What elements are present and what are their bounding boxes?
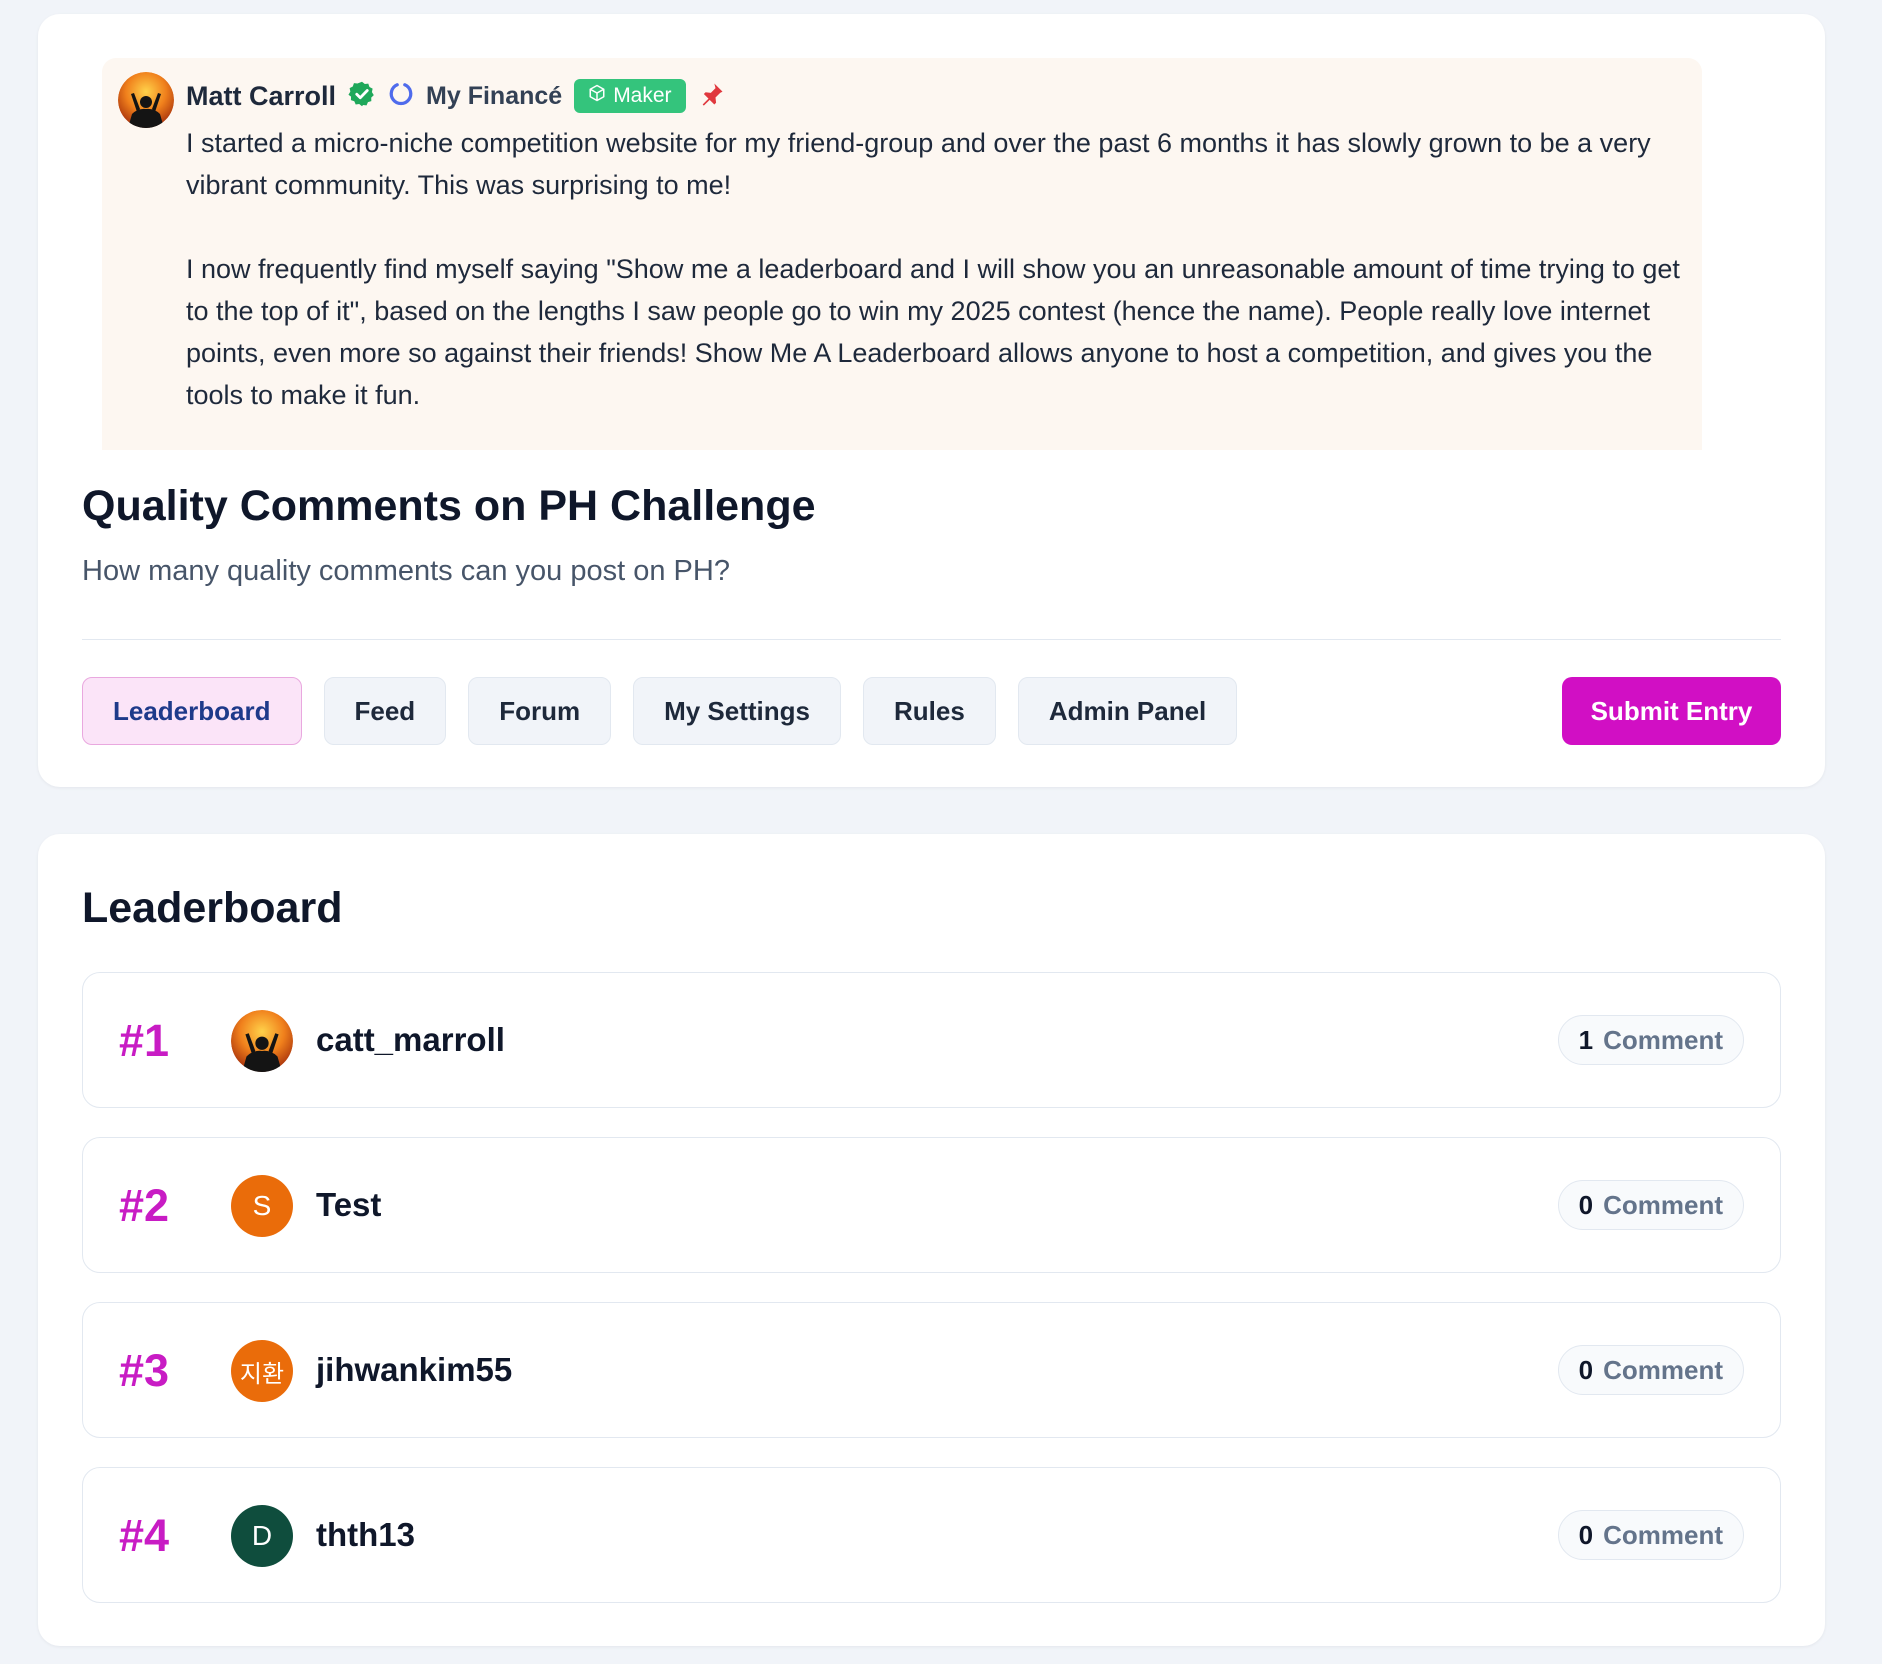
comment-count-badge: 0 Comment bbox=[1557, 1345, 1744, 1395]
comment-unit: Comment bbox=[1603, 1519, 1723, 1550]
product-link[interactable]: My Financé bbox=[426, 82, 562, 111]
tab-forum[interactable]: Forum bbox=[468, 677, 612, 745]
leaderboard-row[interactable]: #2 S Test 0 Comment bbox=[82, 1137, 1781, 1273]
post-body: I started a micro-niche competition webs… bbox=[186, 122, 1686, 416]
post-paragraph: I now frequently find myself saying "Sho… bbox=[186, 254, 1680, 410]
rank: #3 bbox=[119, 1345, 170, 1396]
comment-unit: Comment bbox=[1603, 1189, 1723, 1220]
leaderboard-title: Leaderboard bbox=[82, 884, 343, 932]
comment-count-badge: 1 Comment bbox=[1557, 1015, 1744, 1065]
user-avatar[interactable]: 지환 bbox=[231, 1340, 293, 1402]
username[interactable]: jihwankim55 bbox=[316, 1351, 512, 1389]
user-avatar[interactable] bbox=[231, 1010, 293, 1072]
comment-count: 0 bbox=[1578, 1519, 1594, 1550]
tab-leaderboard[interactable]: Leaderboard bbox=[82, 677, 302, 745]
post-header: Matt Carroll My Financé Maker bbox=[186, 76, 726, 116]
user-avatar[interactable]: S bbox=[231, 1175, 293, 1237]
tab-rules[interactable]: Rules bbox=[863, 677, 996, 745]
comment-count: 1 bbox=[1578, 1024, 1594, 1055]
challenge-title: Quality Comments on PH Challenge bbox=[82, 482, 816, 530]
challenge-subtitle: How many quality comments can you post o… bbox=[82, 555, 730, 587]
challenge-card: Matt Carroll My Financé Maker I started … bbox=[38, 14, 1825, 787]
rank: #2 bbox=[119, 1180, 170, 1231]
author-name[interactable]: Matt Carroll bbox=[186, 81, 336, 112]
username[interactable]: Test bbox=[316, 1186, 381, 1224]
author-avatar[interactable] bbox=[118, 72, 174, 128]
user-avatar[interactable]: D bbox=[231, 1505, 293, 1567]
leaderboard-row[interactable]: #4 D thth13 0 Comment bbox=[82, 1467, 1781, 1603]
comment-count: 0 bbox=[1578, 1189, 1594, 1220]
maker-badge: Maker bbox=[574, 79, 686, 113]
submit-entry-button[interactable]: Submit Entry bbox=[1562, 677, 1781, 745]
leaderboard-row[interactable]: #1 catt_marroll 1 Comment bbox=[82, 972, 1781, 1108]
pin-icon bbox=[698, 80, 726, 113]
tab-feed[interactable]: Feed bbox=[323, 677, 447, 745]
comment-unit: Comment bbox=[1603, 1354, 1723, 1385]
post-paragraph: I started a micro-niche competition webs… bbox=[186, 128, 1651, 200]
rank: #1 bbox=[119, 1015, 170, 1066]
username[interactable]: thth13 bbox=[316, 1516, 415, 1554]
rank: #4 bbox=[119, 1510, 170, 1561]
verified-icon bbox=[348, 80, 376, 113]
maker-badge-label: Maker bbox=[613, 84, 672, 107]
tab-my-settings[interactable]: My Settings bbox=[633, 677, 841, 745]
maker-post: Matt Carroll My Financé Maker I started … bbox=[102, 58, 1702, 450]
comment-count: 0 bbox=[1578, 1354, 1594, 1385]
username[interactable]: catt_marroll bbox=[316, 1021, 505, 1059]
divider bbox=[82, 639, 1781, 640]
challenge-tabs: Leaderboard Feed Forum My Settings Rules… bbox=[82, 677, 1238, 745]
leaderboard-card: Leaderboard #1 catt_marroll 1 Comment #2… bbox=[38, 834, 1825, 1646]
cube-icon bbox=[588, 84, 606, 108]
tab-admin-panel[interactable]: Admin Panel bbox=[1017, 677, 1238, 745]
comment-unit: Comment bbox=[1603, 1024, 1723, 1055]
product-ring-icon bbox=[388, 81, 414, 112]
leaderboard-row[interactable]: #3 지환 jihwankim55 0 Comment bbox=[82, 1302, 1781, 1438]
comment-count-badge: 0 Comment bbox=[1557, 1180, 1744, 1230]
comment-count-badge: 0 Comment bbox=[1557, 1510, 1744, 1560]
